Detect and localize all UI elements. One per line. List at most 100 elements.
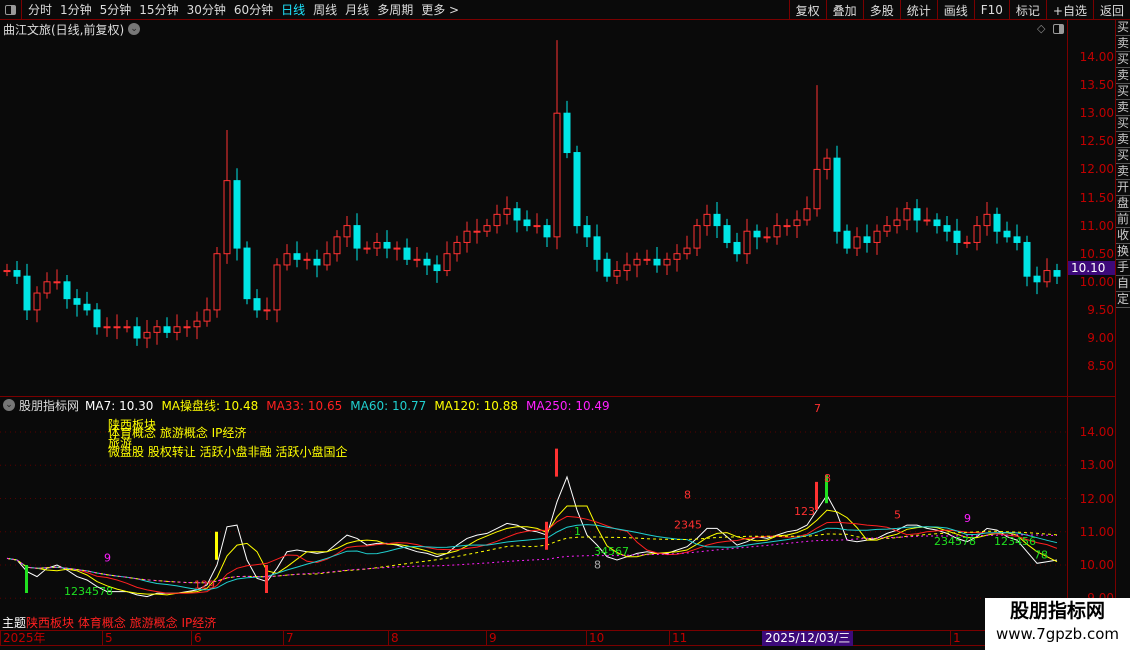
candle	[703, 204, 711, 236]
side-strip-item[interactable]: 卖	[1116, 68, 1130, 84]
ma-value: MA120: 10.88	[434, 398, 518, 413]
date-axis-label: 9	[486, 631, 497, 646]
price-axis-label: 11.50	[1079, 190, 1114, 205]
signal-bar	[25, 565, 28, 593]
signal-marker: 123456	[994, 535, 1036, 548]
side-strip-item[interactable]: 开	[1116, 180, 1130, 196]
date-axis-label: 11	[669, 631, 687, 646]
ma-value: MA60: 10.77	[350, 398, 427, 413]
side-strip-item[interactable]: 手	[1116, 260, 1130, 276]
signal-marker: 5	[894, 508, 901, 521]
candle	[883, 216, 891, 237]
candle	[43, 272, 51, 299]
candle	[663, 252, 671, 276]
signal-marker: 234578	[934, 535, 976, 548]
candle	[993, 207, 1001, 244]
signal-bar	[215, 531, 218, 560]
side-strip-item[interactable]: 定	[1116, 292, 1130, 308]
indicator-axis-label: 11.00	[1079, 524, 1114, 539]
candle	[443, 241, 451, 277]
toolbar-button[interactable]: 返回	[1092, 0, 1130, 20]
candle	[1023, 235, 1031, 287]
candle	[533, 213, 541, 234]
signal-marker: 9	[964, 512, 971, 525]
chevron-down-icon[interactable]: ⌄	[3, 399, 15, 411]
candle	[713, 201, 721, 238]
side-strip-item[interactable]: 前	[1116, 212, 1130, 228]
candle	[583, 216, 591, 247]
candle	[283, 244, 291, 271]
candle	[763, 227, 771, 243]
candle	[343, 216, 351, 247]
candle	[1043, 258, 1051, 288]
candle	[1053, 263, 1061, 285]
candle	[833, 145, 841, 244]
candle	[413, 246, 421, 268]
price-axis-label: 13.00	[1079, 106, 1114, 121]
signal-bar	[555, 448, 558, 477]
signal-marker: 8	[684, 489, 691, 502]
candle	[873, 224, 881, 255]
signal-marker: 123	[794, 505, 815, 518]
side-strip-item[interactable]: 换	[1116, 244, 1130, 260]
candle	[213, 246, 221, 318]
current-price-tag: 10.10	[1068, 261, 1115, 275]
candle	[273, 258, 281, 323]
candle	[123, 320, 131, 333]
candle	[913, 199, 921, 233]
candle	[983, 201, 991, 236]
date-axis-label: 2025年	[0, 631, 46, 646]
candle	[933, 213, 941, 234]
side-strip-item[interactable]: 买	[1116, 148, 1130, 164]
ma-value: MA33: 10.65	[266, 398, 343, 413]
indicator-name: 股朋指标网	[19, 398, 80, 413]
candle	[33, 286, 41, 323]
indicator-axis-label: 13.00	[1079, 458, 1114, 473]
side-strip-item[interactable]: 买	[1116, 20, 1130, 36]
side-strip-item[interactable]: 买	[1116, 84, 1130, 100]
signal-marker: 8	[594, 558, 601, 571]
price-axis-label: 12.50	[1079, 134, 1114, 149]
side-strip-item[interactable]: 卖	[1116, 164, 1130, 180]
candle	[63, 275, 71, 309]
date-axis-label: 10	[586, 631, 604, 646]
candle	[843, 224, 851, 254]
signal-marker: 1	[574, 525, 581, 538]
candle	[773, 213, 781, 245]
side-strip-item[interactable]: 买	[1116, 52, 1130, 68]
candlestick-chart[interactable]	[0, 0, 1068, 396]
candle	[723, 218, 731, 249]
side-strip-item[interactable]: 自	[1116, 276, 1130, 292]
candle	[113, 314, 121, 340]
candle	[463, 221, 471, 253]
candle	[633, 252, 641, 278]
candle	[453, 235, 461, 262]
side-strip-item[interactable]: 卖	[1116, 100, 1130, 116]
candle	[1013, 224, 1021, 251]
indicator-axis-label: 12.00	[1079, 491, 1114, 506]
side-strip-item[interactable]: 卖	[1116, 132, 1130, 148]
price-axis-label: 9.00	[1087, 331, 1114, 345]
side-strip-item[interactable]: 收	[1116, 228, 1130, 244]
candle	[143, 320, 151, 349]
candle	[823, 148, 831, 180]
candle	[333, 230, 341, 262]
side-strip-item[interactable]: 卖	[1116, 36, 1130, 52]
candle	[173, 314, 181, 341]
price-axis-label: 13.50	[1079, 78, 1114, 93]
concept-tag: 微盘股 股权转让 活跃小盘非融 活跃小盘国企	[108, 445, 348, 459]
candle	[163, 317, 171, 338]
candle	[183, 320, 191, 337]
side-strip-item[interactable]: 盘	[1116, 196, 1130, 212]
ma-line	[6, 534, 1058, 584]
candle	[483, 218, 491, 237]
signal-marker: 34567	[594, 545, 629, 558]
candle	[813, 85, 821, 217]
candle	[593, 224, 601, 272]
candle	[903, 201, 911, 231]
candle	[683, 235, 691, 260]
side-strip-item[interactable]: 买	[1116, 116, 1130, 132]
candle	[943, 216, 951, 242]
candle	[223, 130, 231, 264]
side-info-strip[interactable]: 买卖买卖买卖买卖买卖开盘前收换手自定	[1115, 20, 1130, 630]
